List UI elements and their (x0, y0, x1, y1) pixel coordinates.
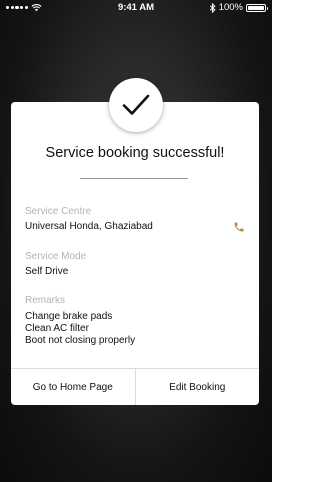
battery-icon (246, 3, 268, 12)
success-check-badge (109, 78, 163, 132)
screen: 9:41 AM 100% Service booking successful!… (0, 0, 272, 482)
success-dialog: Service booking successful! Service Cent… (11, 102, 259, 405)
battery-percent: 100% (218, 2, 243, 13)
title-divider (80, 178, 188, 179)
service-mode-label: Service Mode (25, 251, 87, 262)
bluetooth-icon (209, 2, 216, 13)
edit-booking-button[interactable]: Edit Booking (134, 369, 260, 405)
phone-icon[interactable] (233, 221, 245, 233)
service-centre-label: Service Centre (25, 206, 92, 217)
battery-fill (248, 5, 264, 10)
remarks-line: Boot not closing properly (25, 335, 136, 346)
status-bar-right: 100% (209, 2, 268, 13)
remarks-label: Remarks (25, 295, 66, 306)
checkmark-icon (122, 94, 150, 115)
status-bar: 9:41 AM 100% (0, 0, 272, 16)
dialog-actions: Go to Home Page Edit Booking (11, 368, 259, 405)
dialog-title: Service booking successful! (45, 145, 225, 161)
service-mode-value: Self Drive (25, 266, 69, 277)
go-to-home-button[interactable]: Go to Home Page (11, 369, 135, 405)
service-centre-value: Universal Honda, Ghaziabad (25, 221, 153, 232)
